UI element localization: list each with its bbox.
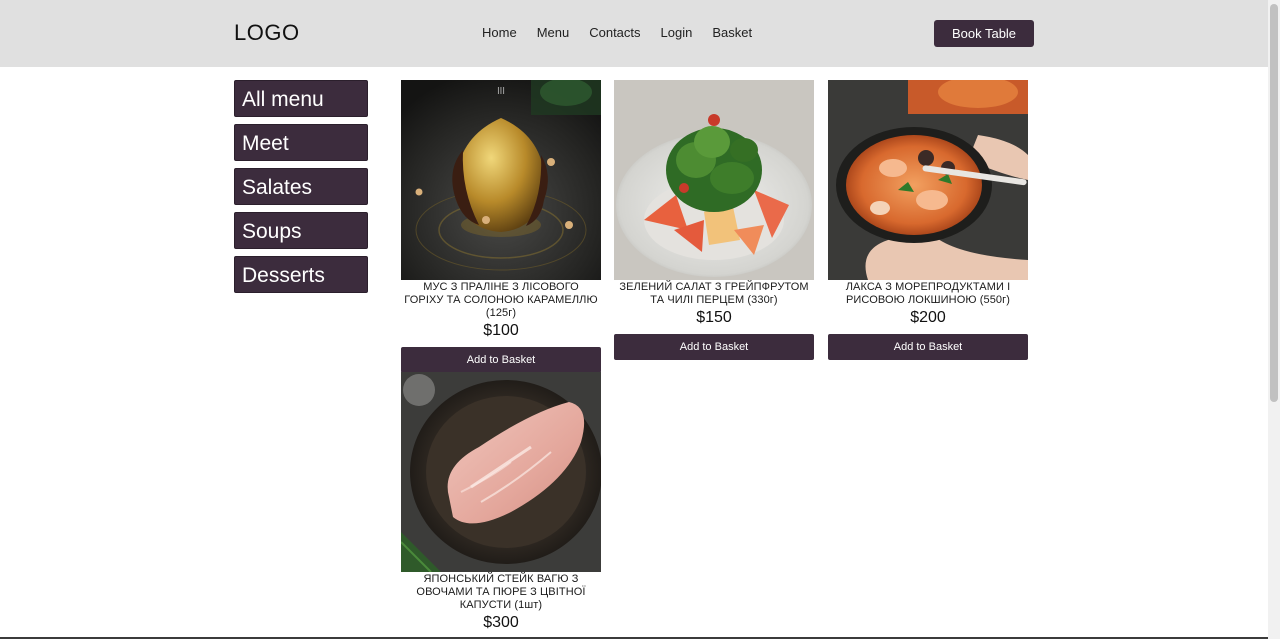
product-card: ЛАКСА З МОРЕПРОДУКТАМИ І РИСОВОЮ ЛОКШИНО… bbox=[828, 80, 1028, 360]
nav-basket-link[interactable]: Basket bbox=[712, 25, 752, 40]
sidebar-item-desserts[interactable]: Desserts bbox=[234, 256, 368, 293]
nav-menu-link[interactable]: Menu bbox=[537, 25, 570, 40]
product-name: ЯПОНСЬКИЙ СТЕЙК ВАГЮ З ОВОЧАМИ ТА ПЮРЕ З… bbox=[416, 573, 586, 611]
main-nav: Home Menu Contacts Login Basket bbox=[482, 25, 752, 40]
add-to-basket-button[interactable]: Add to Basket bbox=[828, 334, 1028, 360]
scrollbar-thumb[interactable] bbox=[1270, 4, 1278, 402]
add-to-basket-button[interactable]: Add to Basket bbox=[614, 334, 814, 360]
steak-photo[interactable] bbox=[401, 372, 601, 572]
nav-home-link[interactable]: Home bbox=[482, 25, 517, 40]
category-sidebar: All menu Meet Salates Soups Desserts bbox=[234, 80, 368, 300]
page: LOGO Home Menu Contacts Login Basket Boo… bbox=[0, 0, 1280, 639]
product-price: $100 bbox=[483, 322, 519, 339]
soup-photo[interactable] bbox=[828, 80, 1028, 280]
product-name: ЗЕЛЕНИЙ САЛАТ З ГРЕЙПФРУТОМ ТА ЧИЛІ ПЕРЦ… bbox=[619, 281, 809, 306]
product-price: $150 bbox=[696, 309, 732, 326]
product-card: ЯПОНСЬКИЙ СТЕЙК ВАГЮ З ОВОЧАМИ ТА ПЮРЕ З… bbox=[401, 372, 601, 632]
product-name: МУС З ПРАЛІНЕ З ЛІСОВОГО ГОРІХУ ТА СОЛОН… bbox=[404, 281, 598, 319]
dessert-photo[interactable]: ǀǀǀ bbox=[401, 80, 601, 280]
sidebar-item-soups[interactable]: Soups bbox=[234, 212, 368, 249]
product-name: ЛАКСА З МОРЕПРОДУКТАМИ І РИСОВОЮ ЛОКШИНО… bbox=[845, 281, 1011, 306]
page-scrollbar[interactable] bbox=[1268, 0, 1280, 639]
sidebar-item-salates[interactable]: Salates bbox=[234, 168, 368, 205]
sidebar-item-all-menu[interactable]: All menu bbox=[234, 80, 368, 117]
salad-photo[interactable] bbox=[614, 80, 814, 280]
nav-login-link[interactable]: Login bbox=[661, 25, 693, 40]
product-price: $300 bbox=[483, 614, 519, 631]
book-table-button[interactable]: Book Table bbox=[934, 20, 1034, 47]
logo[interactable]: LOGO bbox=[234, 20, 300, 46]
product-card: ЗЕЛЕНИЙ САЛАТ З ГРЕЙПФРУТОМ ТА ЧИЛІ ПЕРЦ… bbox=[614, 80, 814, 360]
sidebar-item-meet[interactable]: Meet bbox=[234, 124, 368, 161]
product-card: ǀǀǀ МУС З ПРАЛІНЕ З ЛІСОВОГО ГОРІХУ ТА С… bbox=[401, 80, 601, 373]
product-price: $200 bbox=[910, 309, 946, 326]
svg-text:ǀǀǀ: ǀǀǀ bbox=[497, 87, 505, 97]
header: LOGO Home Menu Contacts Login Basket Boo… bbox=[0, 0, 1268, 67]
add-to-basket-button[interactable]: Add to Basket bbox=[401, 347, 601, 373]
nav-contacts-link[interactable]: Contacts bbox=[589, 25, 640, 40]
